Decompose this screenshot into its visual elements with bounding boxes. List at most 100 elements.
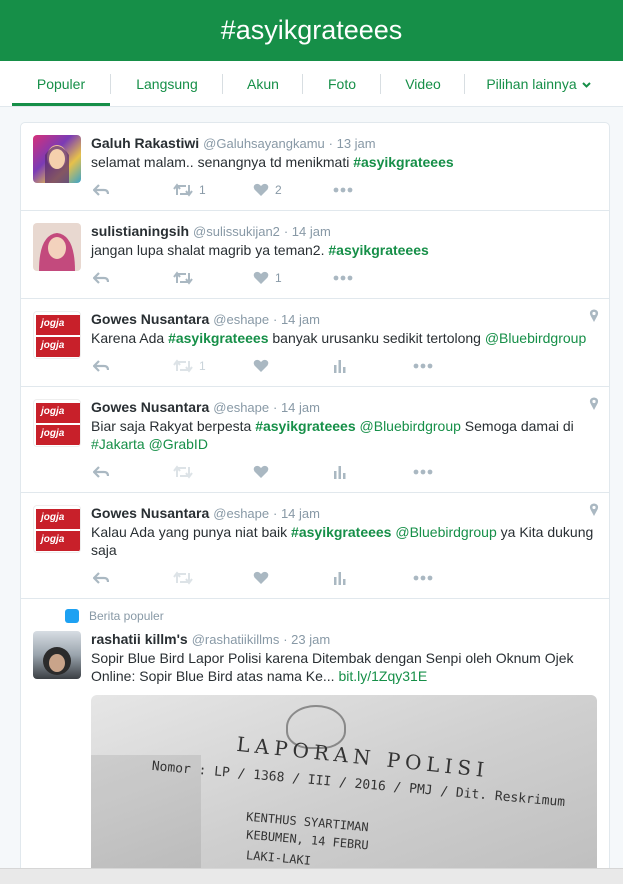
retweet-button[interactable]: [173, 268, 199, 288]
hashtag-link[interactable]: #asyikgrateees: [168, 330, 268, 346]
author-handle[interactable]: @rashatiikillms: [192, 632, 280, 647]
hashtag-link[interactable]: #asyikgrateees: [291, 524, 391, 540]
hashtag-link[interactable]: #asyikgrateees: [328, 242, 428, 258]
retweet-count: 1: [199, 359, 206, 373]
reply-icon: [93, 360, 109, 372]
url-link[interactable]: bit.ly/1Zqy31E: [338, 668, 427, 684]
avatar[interactable]: [33, 223, 81, 271]
tweet-time[interactable]: · 14 jam: [273, 400, 320, 415]
avatar[interactable]: jogja jogja: [33, 311, 81, 359]
tab-populer[interactable]: Populer: [12, 61, 110, 107]
like-button[interactable]: 1: [253, 268, 282, 288]
tweet-photo[interactable]: LAPORAN POLISI Nomor : LP / 1368 / III /…: [91, 695, 597, 883]
avatar[interactable]: [33, 135, 81, 183]
more-button[interactable]: [413, 356, 433, 376]
jogja-badge: jogja: [36, 315, 80, 335]
tweet-text-body: selamat malam.. senangnya td menikmati: [91, 154, 354, 170]
like-button[interactable]: 2: [253, 180, 282, 200]
more-button[interactable]: [333, 268, 353, 288]
analytics-button[interactable]: [333, 568, 347, 588]
tweet-item[interactable]: sulistianingsih @sulissukijan2 · 14 jam j…: [21, 211, 609, 299]
tweet-header: Gowes Nusantara @eshape · 14 jam: [91, 399, 320, 415]
reply-button[interactable]: [93, 462, 109, 482]
more-button[interactable]: [413, 568, 433, 588]
avatar-portrait-icon: [45, 145, 69, 183]
tab-foto[interactable]: Foto: [304, 61, 380, 107]
tweet-item[interactable]: Galuh Rakastiwi @Galuhsayangkamu · 13 jam…: [21, 123, 609, 211]
hashtag-link[interactable]: #Jakarta: [91, 436, 145, 452]
active-tab-indicator: [12, 103, 110, 106]
more-options-label: Pilihan lainnya: [486, 76, 577, 92]
author-handle[interactable]: @eshape: [213, 400, 269, 415]
analytics-button[interactable]: [333, 356, 347, 376]
hashtag-link[interactable]: #asyikgrateees: [255, 418, 355, 434]
author-handle[interactable]: @sulissukijan2: [193, 224, 280, 239]
tab-video[interactable]: Video: [382, 61, 464, 107]
tweet-item[interactable]: jogja jogja Gowes Nusantara @eshape · 14 …: [21, 387, 609, 493]
retweet-button[interactable]: [173, 462, 193, 482]
tweet-context: Berita populer: [65, 609, 164, 623]
retweet-icon: [173, 359, 193, 373]
author-handle[interactable]: @eshape: [213, 312, 269, 327]
page-header: #asyikgrateees: [0, 0, 623, 61]
avatar[interactable]: [33, 631, 81, 679]
reply-button[interactable]: [93, 180, 109, 200]
horizontal-scrollbar[interactable]: [0, 868, 623, 884]
hashtag-link[interactable]: #asyikgrateees: [353, 154, 453, 170]
tweet-text-body: jangan lupa shalat magrib ya teman2.: [91, 242, 329, 258]
like-button[interactable]: [253, 568, 269, 588]
jogja-badge: jogja: [36, 531, 80, 551]
retweet-button[interactable]: [173, 568, 193, 588]
like-button[interactable]: [253, 356, 269, 376]
tweet-header: sulistianingsih @sulissukijan2 · 14 jam: [91, 223, 331, 239]
more-button[interactable]: [333, 180, 353, 200]
author-name[interactable]: rashatii killm's: [91, 631, 188, 647]
retweet-button[interactable]: 1: [173, 180, 206, 200]
heart-icon: [253, 271, 269, 284]
tweet-time[interactable]: · 14 jam: [273, 312, 320, 327]
tweet-text: jangan lupa shalat magrib ya teman2. #as…: [91, 241, 601, 259]
reply-button[interactable]: [93, 356, 109, 376]
mention-link[interactable]: @Bluebirdgroup: [485, 330, 586, 346]
reply-button[interactable]: [93, 568, 109, 588]
tab-more-options[interactable]: Pilihan lainnya: [466, 61, 611, 107]
tweet-time[interactable]: · 14 jam: [273, 506, 320, 521]
tweet-time[interactable]: · 14 jam: [284, 224, 331, 239]
like-button[interactable]: [253, 462, 269, 482]
author-name[interactable]: Gowes Nusantara: [91, 311, 209, 327]
author-name[interactable]: Gowes Nusantara: [91, 505, 209, 521]
jogja-badge: jogja: [36, 337, 80, 357]
tab-langsung[interactable]: Langsung: [112, 61, 222, 107]
author-name[interactable]: Gowes Nusantara: [91, 399, 209, 415]
reply-icon: [93, 466, 109, 478]
mention-link[interactable]: @Bluebirdgroup: [395, 524, 496, 540]
tweet-time[interactable]: · 23 jam: [283, 632, 330, 647]
location-pin-icon[interactable]: [589, 309, 599, 323]
retweet-button[interactable]: 1: [173, 356, 206, 376]
tweet-time[interactable]: · 13 jam: [329, 136, 376, 151]
more-dots-icon: [413, 469, 433, 475]
avatar[interactable]: jogja jogja: [33, 399, 81, 447]
photo-document-line: LAKI-LAKI: [245, 848, 312, 868]
author-name[interactable]: Galuh Rakastiwi: [91, 135, 199, 151]
tweet-item[interactable]: jogja jogja Gowes Nusantara @eshape · 14 …: [21, 493, 609, 599]
tweet-text-body: Karena Ada: [91, 330, 169, 346]
chevron-down-icon: [581, 82, 591, 89]
more-button[interactable]: [413, 462, 433, 482]
analytics-bars-icon: [334, 360, 346, 373]
location-pin-icon[interactable]: [589, 397, 599, 411]
hashtag-title: #asyikgrateees: [220, 15, 403, 45]
tweet-item[interactable]: jogja jogja Gowes Nusantara @eshape · 14 …: [21, 299, 609, 387]
analytics-bars-icon: [334, 572, 346, 585]
tab-divider: [110, 74, 111, 94]
mention-link[interactable]: @Bluebirdgroup: [360, 418, 461, 434]
avatar[interactable]: jogja jogja: [33, 505, 81, 553]
analytics-button[interactable]: [333, 462, 347, 482]
author-handle[interactable]: @Galuhsayangkamu: [203, 136, 325, 151]
author-handle[interactable]: @eshape: [213, 506, 269, 521]
mention-link[interactable]: @GrabID: [149, 436, 208, 452]
reply-button[interactable]: [93, 268, 109, 288]
location-pin-icon[interactable]: [589, 503, 599, 517]
tab-akun[interactable]: Akun: [224, 61, 302, 107]
author-name[interactable]: sulistianingsih: [91, 223, 189, 239]
